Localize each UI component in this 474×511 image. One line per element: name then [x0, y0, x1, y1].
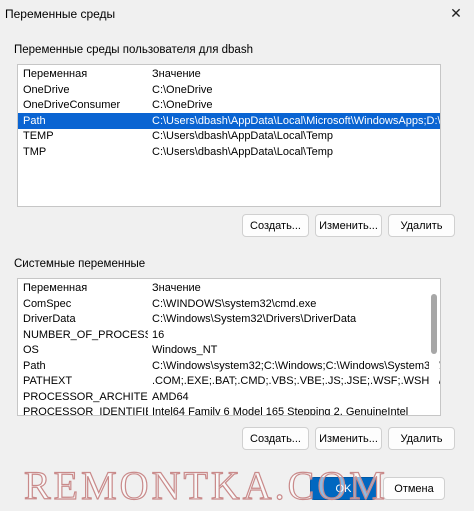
variable-value: Windows_NT: [152, 344, 218, 357]
variable-value: 16: [152, 328, 165, 341]
table-row[interactable]: PROCESSOR_ARCHITECTURE AMD64: [18, 389, 440, 405]
user-delete-button[interactable]: Удалить: [388, 214, 455, 237]
table-row[interactable]: Path C:\Users\dbash\AppData\Local\Microso…: [18, 113, 440, 129]
table-row[interactable]: OS Windows_NT: [18, 343, 440, 359]
close-icon[interactable]: ✕: [441, 2, 471, 24]
system-vars-rows: ComSpec C:\WINDOWS\system32\cmd.exe Driver…: [18, 296, 440, 416]
column-header-value[interactable]: Значение: [148, 282, 440, 294]
list-header[interactable]: Переменная Значение: [18, 65, 440, 82]
variable-name: Path: [23, 359, 46, 372]
table-row[interactable]: Path C:\Windows\system32;C:\Windows;C:\Wi…: [18, 358, 440, 374]
user-vars-list[interactable]: Переменная Значение OneDrive C:\OneDrive O…: [17, 64, 441, 207]
variable-value: C:\Windows\System32\Drivers\DriverData: [152, 313, 357, 326]
table-row[interactable]: PROCESSOR_IDENTIFIER Intel64 Family 6 Mod…: [18, 405, 440, 416]
user-vars-label: Переменные среды пользователя для dbash: [14, 44, 253, 56]
column-header-value[interactable]: Значение: [148, 68, 440, 80]
system-vars-list[interactable]: Переменная Значение ComSpec C:\WINDOWS\sy…: [17, 278, 441, 416]
variable-name: OneDriveConsumer: [23, 99, 121, 112]
system-delete-button[interactable]: Удалить: [388, 427, 455, 450]
variable-value: .COM;.EXE;.BAT;.CMD;.VBS;.VBE;.JS;.JSE;.…: [152, 375, 440, 388]
list-header[interactable]: Переменная Значение: [18, 279, 440, 296]
variable-name: Path: [23, 114, 46, 127]
variable-value: C:\Users\dbash\AppData\Local\Temp: [152, 130, 333, 143]
variable-name: PATHEXT: [23, 375, 73, 388]
window-title: Переменные среды: [5, 7, 116, 21]
column-header-variable[interactable]: Переменная: [18, 282, 148, 294]
variable-name: PROCESSOR_ARCHITECTURE: [23, 390, 148, 403]
table-row[interactable]: TMP C:\Users\dbash\AppData\Local\Temp: [18, 144, 440, 160]
variable-name: TEMP: [23, 130, 54, 143]
system-vars-label: Системные переменные: [14, 258, 146, 270]
user-edit-button[interactable]: Изменить...: [315, 214, 382, 237]
title-bar: Переменные среды ✕: [0, 0, 474, 30]
cancel-button[interactable]: Отмена: [383, 477, 445, 500]
variable-value: C:\OneDrive: [152, 83, 213, 96]
table-row[interactable]: OneDriveConsumer C:\OneDrive: [18, 98, 440, 114]
variable-name: ComSpec: [23, 297, 72, 310]
variable-value: Intel64 Family 6 Model 165 Stepping 2, G…: [152, 406, 409, 416]
variable-name: NUMBER_OF_PROCESSORS: [23, 328, 148, 341]
system-create-button[interactable]: Создать...: [242, 427, 309, 450]
system-edit-button[interactable]: Изменить...: [315, 427, 382, 450]
variable-value: AMD64: [152, 390, 189, 403]
table-row[interactable]: TEMP C:\Users\dbash\AppData\Local\Temp: [18, 129, 440, 145]
table-row[interactable]: PATHEXT .COM;.EXE;.BAT;.CMD;.VBS;.VBE;.JS…: [18, 374, 440, 390]
watermark: REMONTKA.COM: [23, 462, 388, 508]
variable-value: C:\OneDrive: [152, 99, 213, 112]
variable-value: C:\Users\dbash\AppData\Local\Microsoft\W…: [152, 114, 440, 127]
scrollbar-thumb[interactable]: [431, 294, 437, 354]
table-row[interactable]: OneDrive C:\OneDrive: [18, 82, 440, 98]
variable-name: TMP: [23, 145, 47, 158]
table-row[interactable]: NUMBER_OF_PROCESSORS 16: [18, 327, 440, 343]
variable-name: OneDrive: [23, 83, 70, 96]
vertical-scrollbar[interactable]: [429, 280, 439, 414]
table-row[interactable]: DriverData C:\Windows\System32\Drivers\Dr…: [18, 312, 440, 328]
variable-value: C:\Windows\system32;C:\Windows;C:\Window…: [152, 359, 440, 372]
variable-name: OS: [23, 344, 39, 357]
table-row[interactable]: ComSpec C:\WINDOWS\system32\cmd.exe: [18, 296, 440, 312]
variable-name: PROCESSOR_IDENTIFIER: [23, 406, 148, 416]
column-header-variable[interactable]: Переменная: [18, 68, 148, 80]
user-create-button[interactable]: Создать...: [242, 214, 309, 237]
variable-value: C:\WINDOWS\system32\cmd.exe: [152, 297, 317, 310]
user-vars-rows: OneDrive C:\OneDrive OneDriveConsumer C:\On…: [18, 82, 440, 160]
variable-value: C:\Users\dbash\AppData\Local\Temp: [152, 145, 333, 158]
variable-name: DriverData: [23, 313, 76, 326]
